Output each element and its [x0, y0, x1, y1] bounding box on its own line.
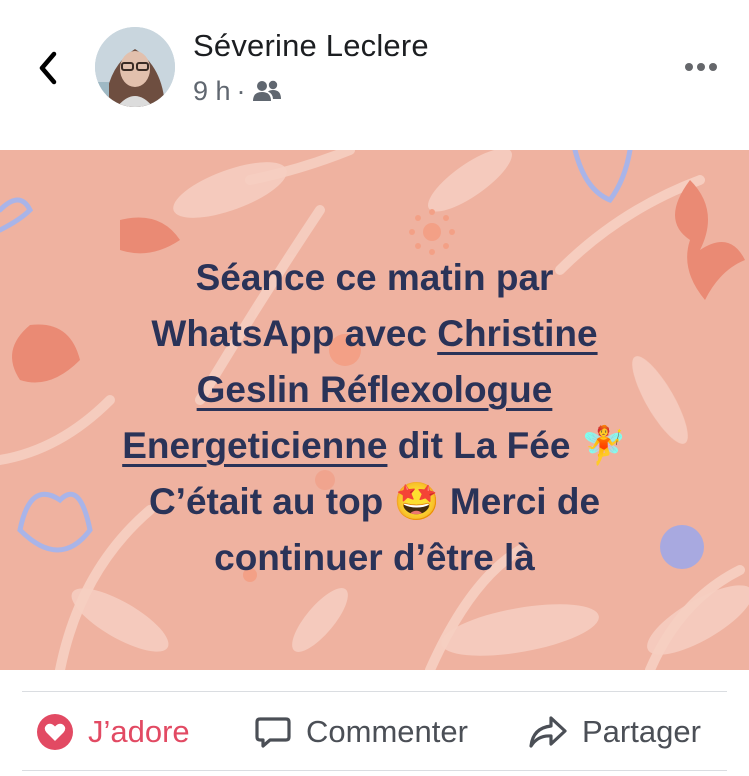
- author-name[interactable]: Séverine Leclere: [193, 28, 429, 64]
- back-button[interactable]: [28, 44, 68, 92]
- share-button[interactable]: Partager: [528, 692, 701, 772]
- post-text: Séance ce matin par WhatsApp avec Christ…: [40, 250, 709, 586]
- star-struck-emoji: 🤩: [393, 480, 440, 523]
- comment-button[interactable]: Commenter: [254, 692, 468, 772]
- post-line-5: C’était au top 🤩 Merci de: [148, 480, 601, 523]
- more-horizontal-icon: [685, 63, 693, 71]
- post-line-1: Séance ce matin par: [195, 257, 554, 298]
- share-icon: [529, 716, 567, 748]
- heart-icon: [37, 714, 73, 750]
- post-meta: 9 h ·: [193, 74, 282, 108]
- post-actions-bar: J’adore Commenter Partager: [22, 691, 727, 771]
- mention-link[interactable]: Geslin Réflexologue: [197, 369, 553, 410]
- fairy-emoji: 🧚: [580, 424, 627, 467]
- avatar[interactable]: [95, 27, 175, 107]
- post-line-6: continuer d’être là: [214, 537, 535, 578]
- more-options-button[interactable]: [676, 50, 726, 84]
- mention-link[interactable]: Christine: [437, 313, 597, 354]
- post-time[interactable]: 9 h: [193, 76, 231, 107]
- meta-separator: ·: [236, 75, 246, 106]
- comment-icon: [255, 717, 291, 748]
- post-content[interactable]: Séance ce matin par WhatsApp avec Christ…: [0, 150, 749, 670]
- post-line-2: WhatsApp avec Christine: [151, 313, 598, 354]
- share-label: Partager: [582, 714, 701, 749]
- friends-icon: [252, 80, 281, 101]
- post-line-4: Energeticienne dit La Fée 🧚: [122, 424, 627, 467]
- post-line-3: Geslin Réflexologue: [40, 362, 709, 418]
- post-header: Séverine Leclere 9 h ·: [0, 0, 749, 150]
- love-label: J’adore: [88, 714, 190, 749]
- comment-label: Commenter: [306, 714, 468, 749]
- love-reaction-button[interactable]: J’adore: [36, 692, 190, 772]
- mention-link[interactable]: Energeticienne: [122, 425, 387, 466]
- chevron-left-icon: [39, 51, 57, 85]
